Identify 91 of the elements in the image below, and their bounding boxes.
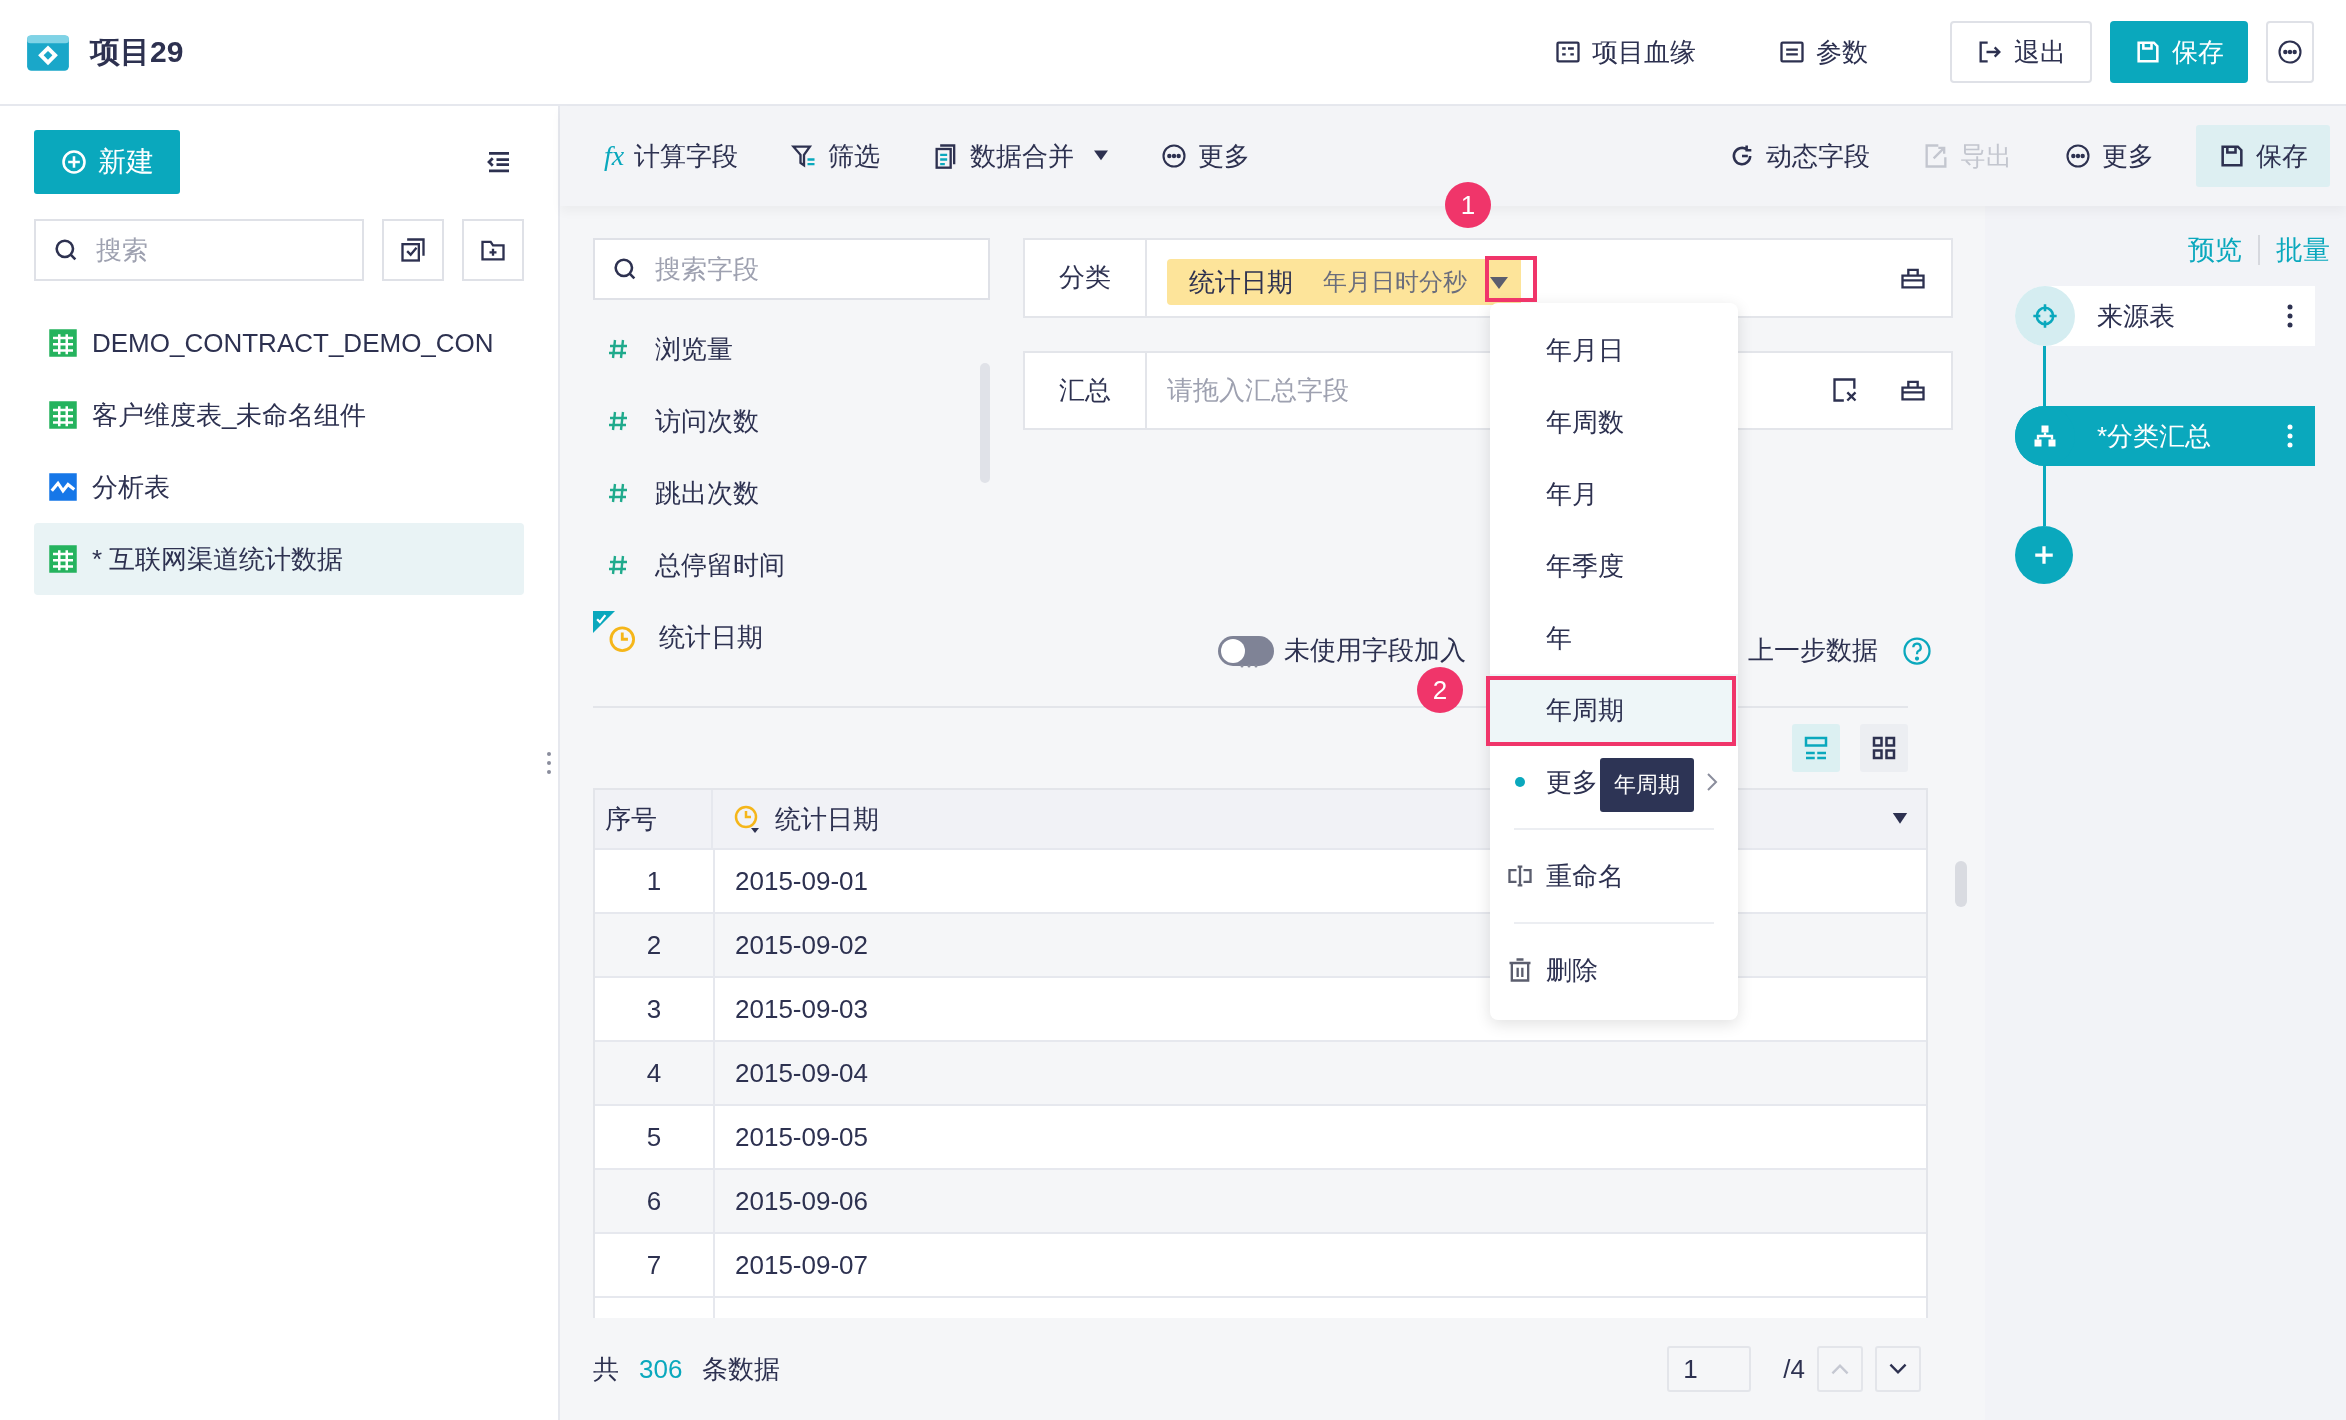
more-button[interactable] [2266, 21, 2314, 83]
dot-icon [1515, 777, 1525, 787]
new-folder-button[interactable] [462, 219, 524, 281]
table-cell: 1 [646, 865, 662, 897]
add-node-button[interactable] [2015, 526, 2073, 584]
menu-item[interactable]: 更多 [1546, 764, 1598, 800]
menu-item[interactable]: 年季度 [1490, 530, 1738, 602]
splitter-handle-icon[interactable] [1240, 664, 1258, 668]
hash-icon [608, 482, 628, 504]
kebab-menu-icon[interactable] [2287, 304, 2293, 328]
table-icon [48, 328, 78, 358]
select-button[interactable] [382, 219, 444, 281]
sidebar-item[interactable]: DEMO_CONTRACT_DEMO_CON [34, 307, 524, 379]
tooltip: 年周期 [1600, 758, 1694, 812]
plus-circle-icon [60, 148, 88, 176]
toolbar-button[interactable]: fx 计算字段 [604, 138, 739, 174]
header-link-button[interactable]: 项目血缘 [1554, 34, 1696, 70]
crosshair-icon [2031, 302, 2059, 330]
chevron-right-icon [1706, 772, 1718, 792]
table-cell: 2015-09-04 [735, 1057, 868, 1089]
next-page-button[interactable] [1875, 1346, 1921, 1392]
table-cell: 2015-09-05 [735, 1121, 868, 1153]
table-cell: 2015-09-01 [735, 865, 868, 897]
page-input[interactable]: 1 [1667, 1346, 1752, 1392]
column-header: 序号 [605, 802, 657, 836]
toolbar-button[interactable]: 动态字段 [1728, 138, 1870, 174]
table-cell: 7 [646, 1249, 662, 1281]
menu-item[interactable]: 重命名 [1490, 840, 1738, 912]
table-cell: 2015-09-07 [735, 1249, 868, 1281]
sidebar-item[interactable]: 分析表 [34, 451, 524, 523]
table-cell: 2 [646, 929, 662, 961]
more-icon [2276, 38, 2304, 66]
line-chart-icon [48, 472, 78, 502]
checkbox-icon [399, 236, 427, 264]
menu-item[interactable]: 年月 [1490, 458, 1738, 530]
table-cell: 3 [646, 993, 662, 1025]
field-item[interactable]: 统计日期 [593, 601, 943, 673]
toolbar-button[interactable]: 筛选 [790, 138, 881, 174]
table-cell: 5 [646, 1121, 662, 1153]
hash-icon [608, 410, 628, 432]
toggle-switch[interactable] [1218, 635, 1274, 666]
toolbar-button[interactable]: 保存 [2196, 125, 2330, 187]
hash-icon [608, 554, 628, 576]
hash-icon [608, 338, 628, 360]
toolbar-button[interactable]: 更多 [2064, 138, 2154, 174]
menu-item[interactable]: 删除 [1490, 934, 1738, 1006]
toggle-label-end: 上一步数据 [1748, 634, 1878, 667]
table-cell: 2015-09-06 [735, 1185, 868, 1217]
exit-button[interactable]: 退出 [1950, 21, 2092, 83]
field-chip[interactable]: 统计日期 年月日时分秒 [1167, 259, 1521, 305]
sidebar-item[interactable]: * 互联网渠道统计数据 [34, 523, 524, 595]
page-total: /4 [1783, 1353, 1805, 1385]
toolbar-button[interactable]: 数据合并 [932, 138, 1109, 174]
resize-handle-icon[interactable] [546, 751, 552, 775]
field-search-field[interactable]: 搜索字段 [593, 238, 990, 300]
header-link-button[interactable]: 参数 [1778, 34, 1868, 70]
caret-icon[interactable] [1892, 813, 1908, 825]
chip-field-name: 统计日期 [1189, 265, 1293, 299]
table-cell: 6 [646, 1185, 662, 1217]
toolbar-button[interactable]: 更多 [1160, 138, 1251, 174]
chip-granularity: 年月日时分秒 [1323, 267, 1467, 297]
table-cell: 2015-09-02 [735, 929, 868, 961]
project-title: 项目29 [90, 33, 184, 70]
total-prefix: 共 [593, 1352, 619, 1386]
scrollbar-thumb[interactable] [1955, 861, 1967, 907]
more-icon [2064, 142, 2092, 170]
grid-view-button[interactable] [1860, 724, 1908, 772]
table-cell: 4 [646, 1057, 662, 1089]
group-drop-zone[interactable]: 分类 统计日期 年月日时分秒 [1023, 238, 1953, 318]
flow-node[interactable]: 来源表 [2015, 286, 2315, 346]
help-icon[interactable] [1902, 635, 1932, 666]
highlight-frame [1485, 256, 1537, 302]
toggle-label: 未使用字段加入 [1284, 634, 1466, 667]
function-icon: fx [604, 140, 625, 172]
field-item[interactable]: 跳出次数 [593, 457, 943, 529]
table-icon [48, 400, 78, 430]
column-header: 统计日期 [775, 802, 879, 836]
summary-label: 汇总 [1025, 352, 1147, 428]
group-label: 分类 [1025, 240, 1147, 316]
field-item[interactable]: 访问次数 [593, 385, 943, 457]
row-count: 306 [639, 1353, 683, 1385]
clear-icon[interactable] [1831, 376, 1859, 405]
field-item[interactable]: 浏览量 [593, 313, 943, 385]
search-field[interactable]: 搜索 [34, 219, 364, 281]
summary-placeholder: 请拖入汇总字段 [1167, 373, 1349, 407]
sidebar-item[interactable]: 客户维度表_未命名组件 [34, 379, 524, 451]
total-suffix: 条数据 [702, 1352, 781, 1386]
field-item[interactable]: 总停留时间 [593, 529, 943, 601]
table-cell: 2015-09-03 [735, 993, 868, 1025]
menu-item[interactable]: 年 [1490, 602, 1738, 674]
table-icon [48, 544, 78, 574]
